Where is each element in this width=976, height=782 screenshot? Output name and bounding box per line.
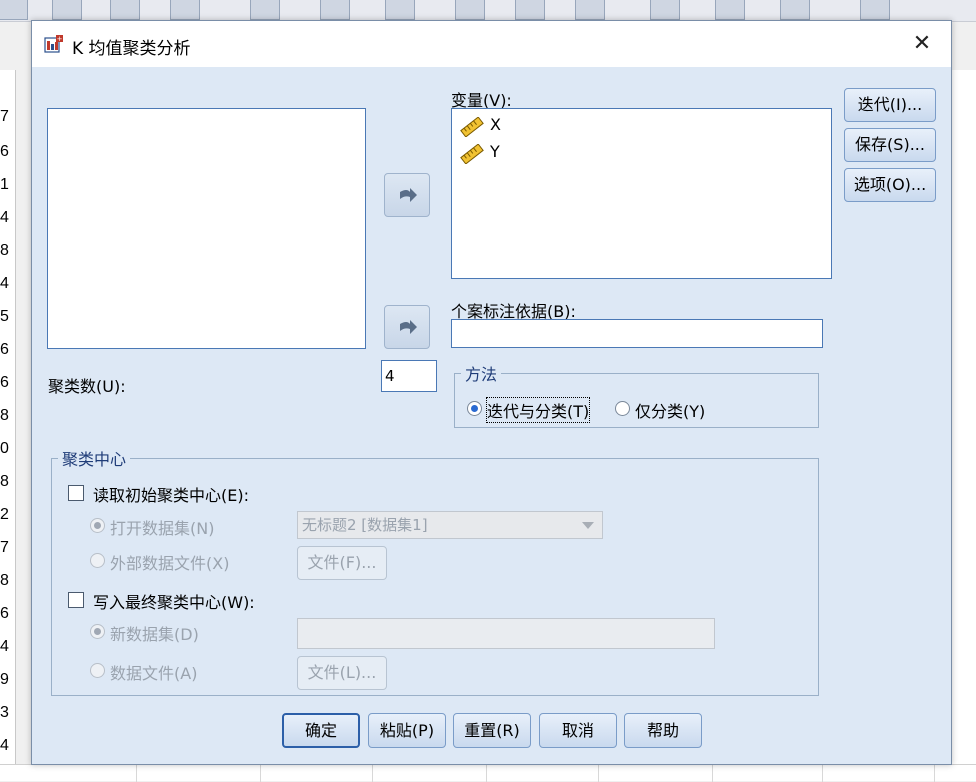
kmeans-dialog: + K 均值聚类分析 ✕ 变量(V): X Y 个案标注依据(B): 聚类数(U… — [31, 20, 952, 765]
dataset-select[interactable]: 无标题2 [数据集1] — [297, 511, 603, 539]
row-number: 6 — [0, 143, 9, 160]
close-icon: ✕ — [912, 31, 932, 56]
save-button[interactable]: 保存(S)... — [844, 128, 936, 162]
row-number: 6 — [0, 605, 9, 622]
row-number: 7 — [0, 108, 9, 125]
toolbar-icon[interactable] — [715, 0, 745, 20]
row-number: 3 — [0, 704, 9, 721]
toolbar-icon[interactable] — [385, 0, 415, 20]
row-number: 7 — [0, 539, 9, 556]
variable-name: X — [490, 115, 501, 134]
iterate-classify-label[interactable]: 迭代与分类(T) — [485, 397, 591, 423]
variable-name: Y — [490, 142, 500, 161]
row-number: 6 — [0, 374, 9, 391]
iterate-classify-radio[interactable] — [467, 401, 482, 416]
spss-app-icon: + — [44, 35, 63, 53]
method-group-title: 方法 — [461, 361, 502, 385]
row-number: 0 — [0, 440, 9, 457]
dialog-titlebar[interactable]: + K 均值聚类分析 ✕ — [32, 21, 951, 67]
cluster-count-label: 聚类数(U): — [48, 377, 126, 396]
row-number: 8 — [0, 572, 9, 589]
scale-ruler-icon — [460, 144, 484, 164]
iterate-button[interactable]: 迭代(I)... — [844, 88, 936, 122]
toolbar-icon[interactable] — [575, 0, 605, 20]
row-number: 8 — [0, 242, 9, 259]
row-number: 8 — [0, 473, 9, 490]
row-number: 6 — [0, 341, 9, 358]
options-button[interactable]: 选项(O)... — [844, 168, 936, 202]
background-grid-bottom — [0, 764, 976, 782]
read-initial-centers-label[interactable]: 读取初始聚类中心(E): — [93, 482, 249, 506]
write-final-centers-checkbox[interactable] — [68, 592, 84, 608]
help-button[interactable]: 帮助 — [624, 713, 702, 748]
cluster-centers-title: 聚类中心 — [58, 446, 131, 470]
row-number: 1 — [0, 176, 9, 193]
new-dataset-label[interactable]: 新数据集(D) — [110, 621, 199, 645]
toolbar-icon[interactable] — [52, 0, 82, 20]
svg-text:+: + — [57, 35, 63, 43]
cancel-button[interactable]: 取消 — [539, 713, 617, 748]
chevron-down-icon — [582, 522, 594, 529]
move-to-case-label-button[interactable] — [384, 305, 430, 349]
toolbar-icon[interactable] — [515, 0, 545, 20]
external-file-label[interactable]: 外部数据文件(X) — [110, 550, 229, 574]
scale-ruler-icon — [460, 117, 484, 137]
read-initial-centers-checkbox[interactable] — [68, 485, 84, 501]
paste-button[interactable]: 粘贴(P) — [368, 713, 446, 748]
toolbar-icon[interactable] — [170, 0, 200, 20]
arrow-right-icon — [400, 320, 417, 334]
file-button-final[interactable]: 文件(L)... — [297, 656, 387, 690]
toolbar-icon[interactable] — [650, 0, 680, 20]
background-toolbar — [0, 0, 976, 22]
row-number: 4 — [0, 638, 9, 655]
row-number: 4 — [0, 275, 9, 292]
arrow-right-icon — [400, 188, 417, 202]
cluster-centers-group: 聚类中心 读取初始聚类中心(E): 打开数据集(N) 无标题2 [数据集1] 外… — [51, 446, 819, 696]
write-final-centers-label[interactable]: 写入最终聚类中心(W): — [93, 589, 255, 613]
row-number: 8 — [0, 407, 9, 424]
background-grid-right — [952, 70, 976, 781]
classify-only-label[interactable]: 仅分类(Y) — [635, 398, 705, 422]
move-to-variables-button[interactable] — [384, 173, 430, 217]
ok-button[interactable]: 确定 — [282, 713, 360, 748]
external-file-radio[interactable] — [90, 553, 105, 568]
reset-button[interactable]: 重置(R) — [453, 713, 531, 748]
toolbar-icon[interactable] — [250, 0, 280, 20]
close-button[interactable]: ✕ — [904, 29, 940, 59]
toolbar-icon[interactable] — [320, 0, 350, 20]
method-group: 方法 迭代与分类(T) 仅分类(Y) — [454, 361, 819, 428]
row-number: 4 — [0, 737, 9, 754]
new-dataset-radio[interactable] — [90, 624, 105, 639]
new-dataset-name-input[interactable] — [297, 618, 715, 649]
file-button-initial[interactable]: 文件(F)... — [297, 546, 387, 580]
row-number: 4 — [0, 209, 9, 226]
toolbar-icon[interactable] — [780, 0, 810, 20]
open-dataset-radio[interactable] — [90, 518, 105, 533]
dialog-title: K 均值聚类分析 — [72, 39, 191, 59]
row-number: 2 — [0, 506, 9, 523]
source-variable-list[interactable] — [47, 108, 366, 349]
background-row-numbers: 7 6 1 4 8 4 5 6 6 8 0 8 2 7 8 6 4 9 3 4 — [0, 70, 16, 781]
cluster-count-input[interactable]: 4 — [381, 360, 437, 392]
toolbar-icon[interactable] — [110, 0, 140, 20]
open-dataset-label[interactable]: 打开数据集(N) — [110, 515, 214, 539]
row-number: 9 — [0, 671, 9, 688]
data-file-radio[interactable] — [90, 663, 105, 678]
data-file-label[interactable]: 数据文件(A) — [110, 660, 197, 684]
toolbar-icon[interactable] — [860, 0, 890, 20]
case-label-field[interactable] — [451, 319, 823, 348]
classify-only-radio[interactable] — [615, 401, 630, 416]
toolbar-icon[interactable] — [455, 0, 485, 20]
row-number: 5 — [0, 308, 9, 325]
variables-list[interactable]: X Y — [451, 108, 832, 279]
toolbar-icon[interactable] — [0, 0, 28, 20]
